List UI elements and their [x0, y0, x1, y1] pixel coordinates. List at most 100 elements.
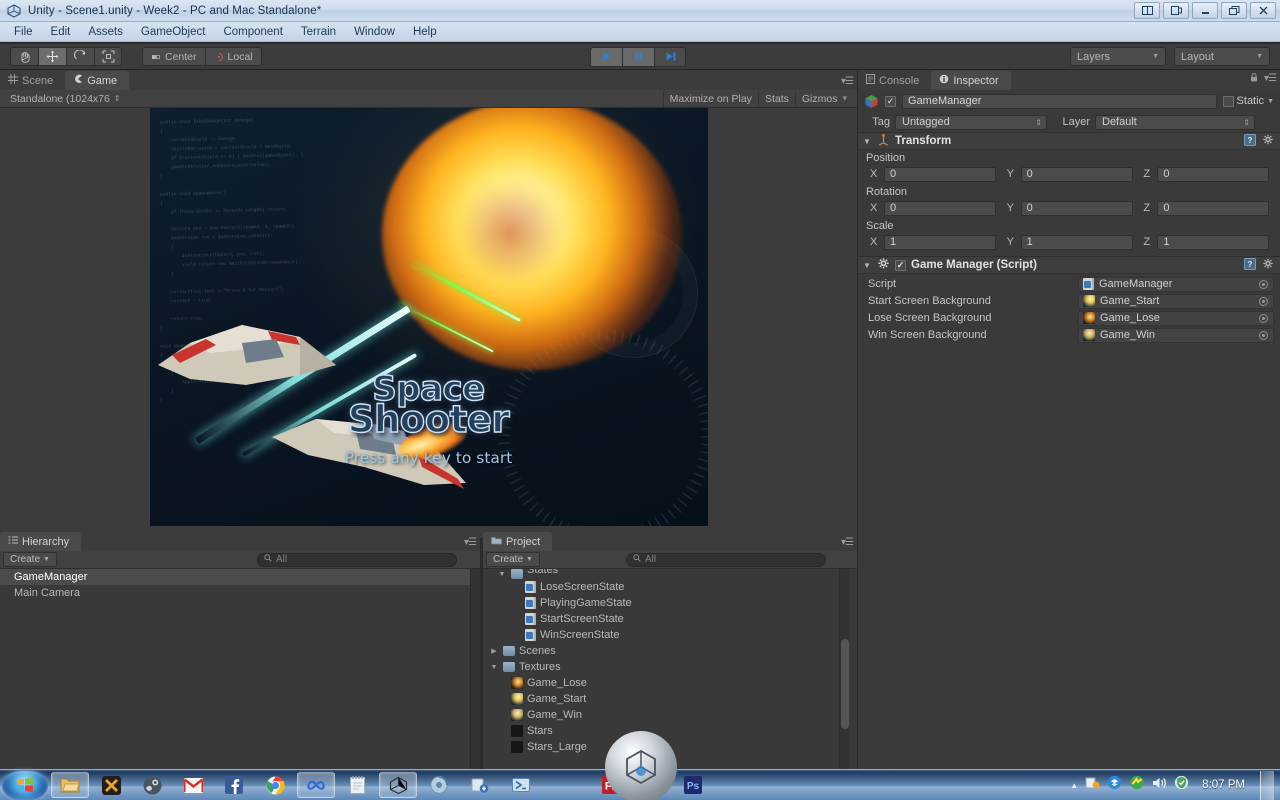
taskbar-facebook-icon[interactable] — [215, 772, 253, 798]
maximize-on-play-toggle[interactable]: Maximize on Play — [662, 90, 758, 107]
start-button[interactable] — [2, 770, 48, 800]
transform-component-header[interactable]: ▼ Transform ? — [858, 132, 1280, 150]
stats-toggle[interactable]: Stats — [757, 90, 795, 107]
tab-project[interactable]: Project — [483, 532, 553, 551]
panel-menu-icon[interactable]: ▾☰ — [464, 537, 477, 548]
object-picker-icon[interactable] — [1259, 296, 1268, 306]
tab-hierarchy[interactable]: Hierarchy — [0, 532, 82, 551]
move-tool-button[interactable] — [38, 47, 66, 66]
lose-bg-object-field[interactable]: Game_Lose — [1078, 310, 1274, 326]
menu-edit[interactable]: Edit — [43, 24, 79, 40]
scale-tool-button[interactable] — [94, 47, 122, 66]
scale-z-input[interactable]: 1 — [1157, 234, 1270, 250]
object-picker-icon[interactable] — [1259, 279, 1268, 289]
tab-scene[interactable]: Scene — [0, 71, 66, 90]
menu-window[interactable]: Window — [346, 24, 403, 40]
object-name-input[interactable]: GameManager — [902, 93, 1217, 109]
tab-console[interactable]: Console — [858, 71, 932, 90]
pivot-mode-button[interactable]: Center — [142, 47, 205, 66]
object-enabled-checkbox[interactable]: ✓ — [885, 95, 896, 107]
restore-window-button[interactable] — [1163, 2, 1189, 19]
panel-menu-icon[interactable]: ▾☰ — [1264, 73, 1277, 84]
panel-menu-icon[interactable]: ▾☰ — [841, 76, 854, 87]
project-row-game-start[interactable]: Game_Start — [483, 691, 839, 707]
game-manager-script-header[interactable]: ▼ ✓ Game Manager (Script) ? — [858, 256, 1280, 274]
position-y-input[interactable]: 0 — [1020, 166, 1133, 182]
step-button[interactable] — [654, 46, 686, 67]
minimize-button[interactable] — [1192, 2, 1218, 19]
restore-split-button[interactable] — [1134, 2, 1160, 19]
gizmos-dropdown[interactable]: Gizmos ▾ — [794, 90, 853, 107]
hierarchy-search-input[interactable]: All — [256, 552, 457, 567]
rotation-x-input[interactable]: 0 — [884, 200, 996, 216]
project-row-startscreenstate[interactable]: StartScreenState — [483, 611, 839, 627]
taskbar-notepad-icon[interactable] — [338, 772, 376, 798]
hierarchy-list[interactable]: GameManager Main Camera — [0, 569, 470, 769]
layout-dropdown[interactable]: Layout ▼ — [1174, 47, 1270, 66]
menu-file[interactable]: File — [6, 24, 41, 40]
tab-inspector[interactable]: Inspector — [931, 71, 1011, 90]
project-row-game-win[interactable]: Game_Win — [483, 707, 839, 723]
taskbar-explorer-icon[interactable] — [51, 772, 89, 798]
rotation-y-input[interactable]: 0 — [1020, 200, 1133, 216]
layer-dropdown[interactable]: Default ⇕ — [1095, 114, 1255, 130]
panel-menu-icon[interactable]: ▾☰ — [841, 537, 854, 548]
script-object-field[interactable]: GameManager — [1078, 276, 1274, 292]
scale-y-input[interactable]: 1 — [1020, 234, 1133, 250]
chevron-down-icon[interactable]: ▼ — [497, 571, 507, 578]
tray-shield-icon[interactable] — [1174, 775, 1189, 795]
menu-help[interactable]: Help — [405, 24, 445, 40]
taskbar-chrome-alt-icon[interactable] — [420, 772, 458, 798]
show-desktop-button[interactable] — [1260, 770, 1274, 800]
menu-gameobject[interactable]: GameObject — [133, 24, 214, 40]
taskbar-xsplit-icon[interactable] — [92, 772, 130, 798]
project-create-button[interactable]: Create ▼ — [486, 552, 540, 567]
pivot-rotation-button[interactable]: Local — [204, 47, 262, 66]
rotation-z-input[interactable]: 0 — [1157, 200, 1270, 216]
project-row-textures[interactable]: ▼ Textures — [483, 659, 839, 675]
layers-dropdown[interactable]: Layers ▼ — [1070, 47, 1166, 66]
help-icon[interactable]: ? — [1244, 257, 1256, 273]
menu-terrain[interactable]: Terrain — [293, 24, 344, 40]
static-checkbox[interactable] — [1222, 95, 1234, 107]
taskbar-clock[interactable]: 8:07 PM — [1196, 779, 1251, 791]
chevron-right-icon[interactable]: ▶ — [489, 647, 499, 655]
close-button[interactable] — [1250, 2, 1276, 19]
win-bg-object-field[interactable]: Game_Win — [1078, 327, 1274, 343]
taskbar-steam-icon[interactable] — [133, 772, 171, 798]
hierarchy-scrollbar[interactable] — [470, 569, 480, 769]
taskbar-sync-icon[interactable] — [461, 772, 499, 798]
hierarchy-item-main-camera[interactable]: Main Camera — [0, 585, 470, 601]
taskbar-unity-icon[interactable] — [379, 772, 417, 798]
project-scrollbar-thumb[interactable] — [841, 639, 849, 729]
gear-icon[interactable] — [1262, 134, 1274, 149]
chevron-down-icon[interactable]: ▼ — [862, 261, 872, 270]
play-button[interactable] — [590, 46, 622, 67]
hierarchy-create-button[interactable]: Create ▼ — [3, 552, 57, 567]
game-render-area[interactable]: public void TakeDamage(int damage) { cur… — [149, 108, 708, 526]
help-icon[interactable]: ? — [1244, 133, 1256, 149]
tray-app-icon[interactable] — [1085, 775, 1100, 795]
maximize-button[interactable] — [1221, 2, 1247, 19]
taskbar-photoshop-icon[interactable]: Ps — [674, 772, 712, 798]
project-search-input[interactable]: All — [625, 552, 826, 567]
project-row-game-lose[interactable]: Game_Lose — [483, 675, 839, 691]
tab-game[interactable]: Game — [65, 71, 130, 90]
static-toggle[interactable]: Static ▼ — [1222, 95, 1274, 107]
chevron-down-icon[interactable]: ▼ — [1267, 98, 1274, 105]
tray-network-icon[interactable] — [1129, 775, 1145, 795]
project-row-states[interactable]: ▼ States — [483, 569, 839, 579]
hand-tool-button[interactable] — [10, 47, 38, 66]
script-enabled-checkbox[interactable]: ✓ — [895, 259, 906, 271]
object-picker-icon[interactable] — [1259, 313, 1268, 323]
position-x-input[interactable]: 0 — [884, 166, 996, 182]
pause-button[interactable] — [622, 46, 654, 67]
taskbar-powershell-icon[interactable] — [502, 772, 540, 798]
taskbar-chrome-icon[interactable] — [256, 772, 294, 798]
position-z-input[interactable]: 0 — [1157, 166, 1270, 182]
taskbar-gmail-icon[interactable] — [174, 772, 212, 798]
object-picker-icon[interactable] — [1259, 330, 1268, 340]
menu-assets[interactable]: Assets — [80, 24, 131, 40]
scale-x-input[interactable]: 1 — [884, 234, 996, 250]
menu-component[interactable]: Component — [215, 24, 290, 40]
